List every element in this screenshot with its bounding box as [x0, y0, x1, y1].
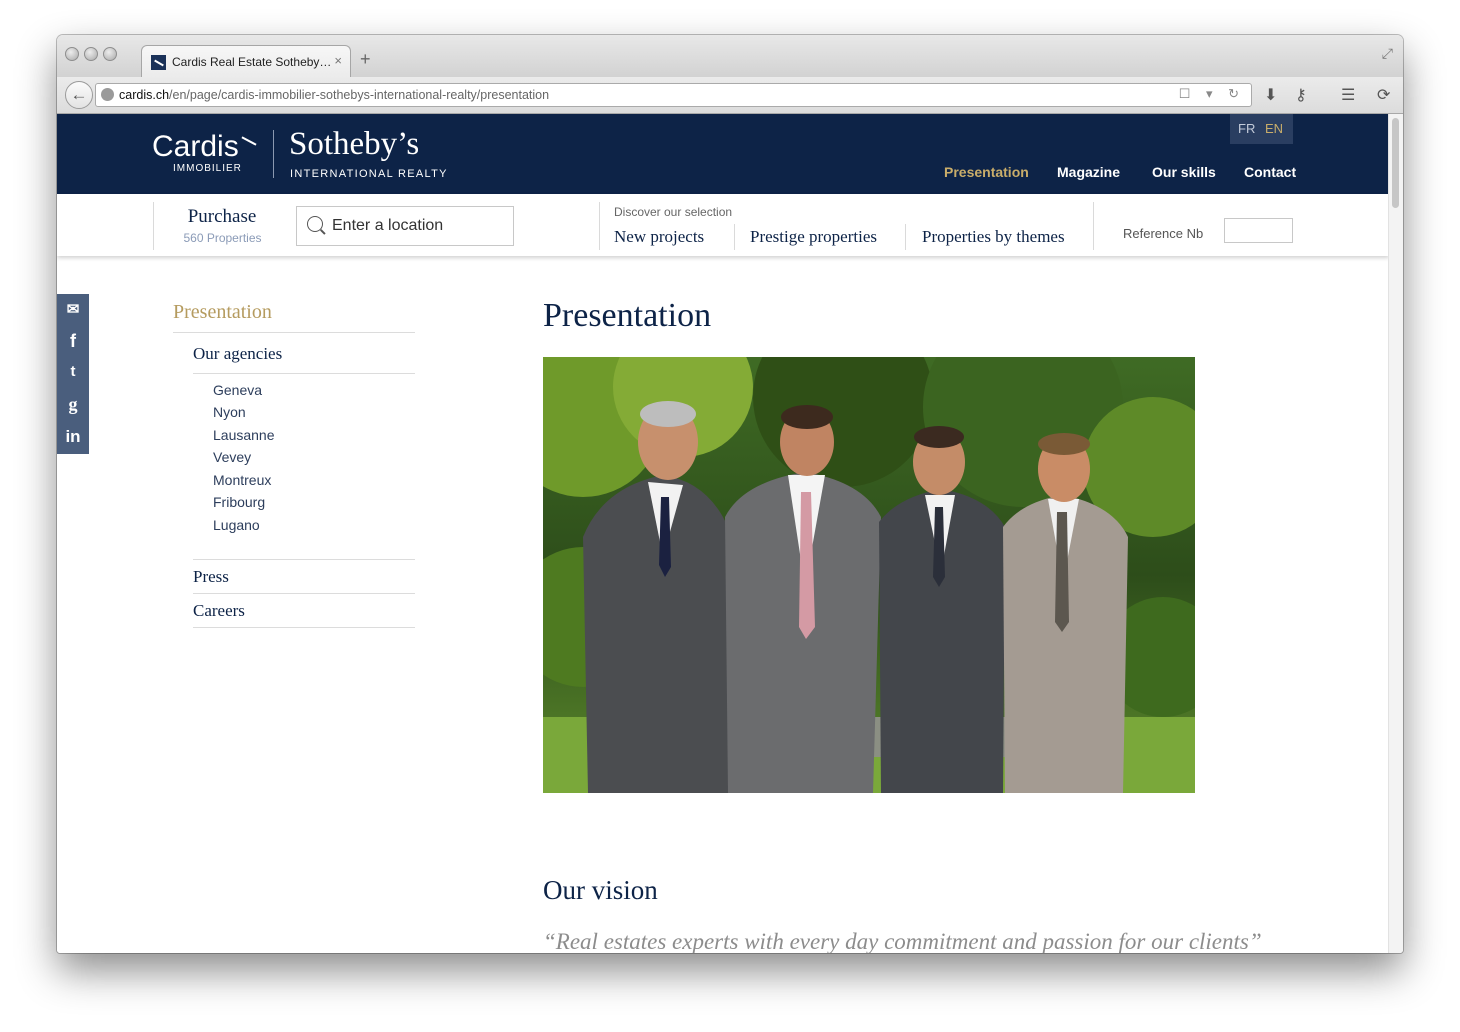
nav-magazine[interactable]: Magazine [1057, 164, 1120, 180]
agency-vevey[interactable]: Vevey [213, 449, 251, 465]
divider [193, 627, 415, 628]
link-new-projects[interactable]: New projects [614, 227, 704, 247]
divider [193, 593, 415, 594]
linkedin-icon[interactable]: in [57, 427, 89, 447]
divider [193, 373, 415, 374]
search-icon [307, 216, 323, 232]
discover-label: Discover our selection [614, 205, 733, 219]
divider [173, 332, 415, 333]
back-button[interactable]: ← [65, 81, 93, 109]
browser-window: Cardis Real Estate Sotheby… × + ⤢ ← card… [57, 35, 1403, 953]
title-bar: Cardis Real Estate Sotheby… × + ⤢ [57, 35, 1403, 78]
nav-presentation[interactable]: Presentation [944, 164, 1029, 180]
fullscreen-icon[interactable]: ⤢ [1382, 45, 1393, 62]
nav-our-skills[interactable]: Our skills [1152, 164, 1216, 180]
reload-icon[interactable]: ☐ ▾ ↻ [1179, 86, 1245, 102]
reference-input[interactable] [1224, 218, 1293, 243]
page-title: Presentation [543, 297, 712, 334]
key-icon[interactable]: ⚷ [1295, 85, 1307, 105]
purchase-label[interactable]: Purchase [182, 206, 262, 228]
twitter-icon[interactable]: t [57, 363, 89, 380]
divider [153, 202, 154, 250]
reference-label: Reference Nb [1123, 226, 1204, 241]
vision-quote: “Real estates experts with every day com… [543, 929, 1262, 953]
section-title-vision: Our vision [543, 875, 658, 905]
agency-lugano[interactable]: Lugano [213, 517, 260, 533]
new-tab-icon[interactable]: + [360, 49, 371, 70]
zoom-window-button[interactable] [103, 47, 117, 61]
location-input[interactable]: Enter a location [296, 206, 514, 246]
scrollbar-thumb[interactable] [1392, 118, 1399, 208]
lang-en[interactable]: EN [1265, 121, 1283, 136]
menu-icon[interactable]: ☰ [1341, 85, 1355, 105]
agency-lausanne[interactable]: Lausanne [213, 427, 275, 443]
close-window-button[interactable] [65, 47, 79, 61]
agency-montreux[interactable]: Montreux [213, 472, 271, 488]
sidebar-item-careers[interactable]: Careers [193, 601, 245, 621]
cardis-swoosh-icon [241, 136, 257, 146]
divider [905, 224, 906, 250]
web-page: Cardis IMMOBILIER Sotheby’s INTERNATIONA… [57, 114, 1389, 953]
nav-contact[interactable]: Contact [1244, 164, 1296, 180]
sync-icon[interactable]: ⟳ [1377, 85, 1390, 105]
cardis-logo-sub: IMMOBILIER [173, 163, 242, 174]
site-header: Cardis IMMOBILIER Sotheby’s INTERNATIONA… [57, 114, 1389, 194]
agency-fribourg[interactable]: Fribourg [213, 494, 265, 510]
agency-nyon[interactable]: Nyon [213, 404, 246, 420]
lang-fr[interactable]: FR [1238, 121, 1255, 136]
minimize-window-button[interactable] [84, 47, 98, 61]
cardis-logo[interactable]: Cardis [152, 130, 239, 164]
globe-icon [101, 88, 114, 101]
sidebar-item-our-agencies[interactable]: Our agencies [193, 344, 282, 364]
address-bar[interactable]: cardis.ch/en/page/cardis-immobilier-soth… [95, 83, 1252, 107]
facebook-icon[interactable]: f [57, 331, 89, 352]
google-plus-icon[interactable]: g [57, 394, 89, 415]
agency-geneva[interactable]: Geneva [213, 382, 262, 398]
social-share-bar: ✉ f t g in [57, 294, 89, 454]
sothebys-logo-sub: INTERNATIONAL REALTY [290, 168, 448, 180]
sothebys-logo[interactable]: Sotheby’s [289, 126, 419, 163]
divider [1093, 202, 1094, 250]
site-favicon-icon [151, 55, 166, 70]
location-placeholder: Enter a location [332, 217, 444, 234]
team-photo [543, 357, 1195, 793]
link-prestige-properties[interactable]: Prestige properties [750, 227, 877, 247]
navigation-bar: ← cardis.ch/en/page/cardis-immobilier-so… [57, 77, 1403, 114]
divider [734, 224, 735, 250]
close-tab-icon[interactable]: × [334, 53, 342, 68]
language-switcher: FR EN [1230, 114, 1293, 144]
link-properties-by-themes[interactable]: Properties by themes [922, 227, 1065, 247]
logo-divider [273, 130, 274, 178]
divider [193, 559, 415, 560]
sidebar-item-press[interactable]: Press [193, 567, 229, 587]
browser-tab[interactable]: Cardis Real Estate Sotheby… × [141, 45, 351, 78]
url-text: cardis.ch/en/page/cardis-immobilier-soth… [119, 88, 550, 102]
property-count: 560 Properties [183, 231, 262, 245]
sidebar-title[interactable]: Presentation [173, 301, 272, 324]
search-bar: Purchase 560 Properties Enter a location… [57, 194, 1389, 256]
tab-title: Cardis Real Estate Sotheby… [172, 55, 332, 69]
page-scrollbar[interactable] [1388, 114, 1403, 953]
download-icon[interactable]: ⬇ [1264, 85, 1277, 105]
mail-icon[interactable]: ✉ [57, 300, 89, 318]
divider [599, 202, 600, 250]
